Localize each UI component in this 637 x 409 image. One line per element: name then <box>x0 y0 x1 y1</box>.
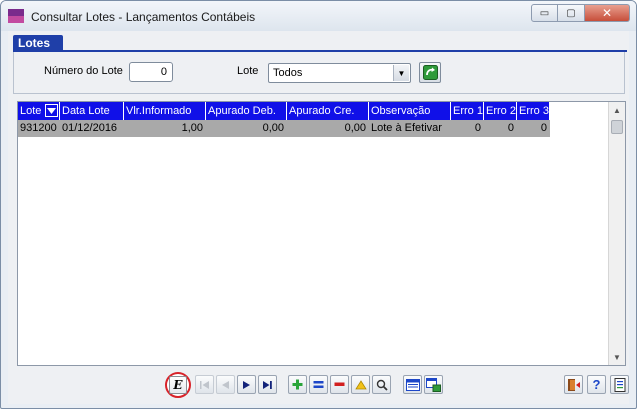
insert-record-button[interactable] <box>288 375 307 394</box>
exit-button[interactable] <box>564 375 583 394</box>
cell-data-lote: 01/12/2016 <box>62 122 118 134</box>
insert-icon <box>292 379 303 390</box>
navigator-toolbar: E ? <box>8 371 629 399</box>
list-button[interactable] <box>403 375 422 394</box>
chevron-down-icon[interactable]: ▼ <box>393 65 409 81</box>
search-icon <box>376 379 388 391</box>
column-header-erro-3[interactable]: Erro 3 <box>517 102 550 120</box>
prior-record-button[interactable] <box>216 375 235 394</box>
next-icon <box>243 380 250 389</box>
grid-header: Lote Data Lote Vlr.Informado Apurado Deb… <box>18 102 550 120</box>
column-header-data-lote[interactable]: Data Lote <box>60 102 124 120</box>
column-header-erro-1[interactable]: Erro 1 <box>451 102 484 120</box>
first-record-button[interactable] <box>195 375 214 394</box>
cell-lote: 931200 <box>20 122 57 134</box>
e-button[interactable]: E <box>169 376 187 394</box>
refresh-button[interactable] <box>419 62 441 83</box>
last-record-button[interactable] <box>258 375 277 394</box>
cell-apurado-deb: 0,00 <box>262 122 284 134</box>
cell-apurado-cre: 0,00 <box>344 122 366 134</box>
app-window: Consultar Lotes - Lançamentos Contábeis … <box>0 0 637 409</box>
delete-icon <box>334 382 345 386</box>
delete-record-button[interactable] <box>330 375 349 394</box>
lote-label: Lote <box>237 65 259 77</box>
scroll-down-icon[interactable]: ▼ <box>609 349 625 365</box>
exit-icon <box>567 378 580 391</box>
post-record-button[interactable] <box>309 375 328 394</box>
scroll-up-icon[interactable]: ▲ <box>609 102 625 118</box>
list-icon <box>405 378 420 391</box>
prior-icon <box>222 380 229 389</box>
print-button[interactable] <box>610 375 629 394</box>
cell-observacao: Lote à Efetivar <box>371 122 442 134</box>
refresh-icon <box>422 65 438 80</box>
cell-erro-3: 0 <box>540 122 547 134</box>
column-header-apurado-cre[interactable]: Apurado Cre. <box>287 102 369 120</box>
numero-lote-input[interactable]: 0 <box>129 62 173 82</box>
numero-lote-label: Número do Lote <box>44 65 123 77</box>
window-controls: ▭ ▢ ✕ <box>531 4 630 23</box>
export-icon <box>426 377 441 392</box>
column-header-apurado-deb[interactable]: Apurado Deb. <box>206 102 287 120</box>
vertical-scrollbar[interactable]: ▲ ▼ <box>608 102 625 365</box>
first-icon <box>200 380 209 389</box>
lote-select-value: Todos <box>273 67 303 79</box>
tab-lotes[interactable]: Lotes <box>13 35 63 51</box>
close-button[interactable]: ✕ <box>585 4 630 22</box>
app-icon <box>8 9 24 23</box>
scroll-thumb[interactable] <box>611 120 623 134</box>
table-row[interactable]: 931200 01/12/2016 1,00 0,00 0,00 Lote à … <box>18 120 550 137</box>
window-title: Consultar Lotes - Lançamentos Contábeis <box>31 10 256 24</box>
cell-vlr-informado: 1,00 <box>181 122 203 134</box>
minimize-button[interactable]: ▭ <box>531 4 558 22</box>
help-icon: ? <box>592 377 601 392</box>
help-button[interactable]: ? <box>587 375 606 394</box>
edit-icon <box>354 379 367 389</box>
column-header-lote[interactable]: Lote <box>18 102 60 120</box>
title-bar: Consultar Lotes - Lançamentos Contábeis … <box>1 1 636 31</box>
post-icon <box>313 381 324 388</box>
client-area: Lotes Número do Lote 0 Lote Todos ▼ Lote… <box>8 31 629 404</box>
cell-erro-2: 0 <box>507 122 514 134</box>
last-icon <box>263 380 272 389</box>
cell-erro-1: 0 <box>474 122 481 134</box>
search-button[interactable] <box>372 375 391 394</box>
filter-panel: Número do Lote 0 Lote Todos ▼ <box>13 52 625 94</box>
sort-dropdown-icon[interactable] <box>45 104 58 117</box>
export-button[interactable] <box>424 375 443 394</box>
edit-record-button[interactable] <box>351 375 370 394</box>
print-icon <box>614 377 625 392</box>
lote-select[interactable]: Todos ▼ <box>268 63 411 83</box>
next-record-button[interactable] <box>237 375 256 394</box>
lotes-grid[interactable]: Lote Data Lote Vlr.Informado Apurado Deb… <box>17 101 626 366</box>
column-header-erro-2[interactable]: Erro 2 <box>484 102 517 120</box>
column-header-vlr-informado[interactable]: Vlr.Informado <box>124 102 206 120</box>
e-button-highlight[interactable]: E <box>165 372 191 398</box>
maximize-button[interactable]: ▢ <box>558 4 585 22</box>
column-header-observacao[interactable]: Observação <box>369 102 451 120</box>
